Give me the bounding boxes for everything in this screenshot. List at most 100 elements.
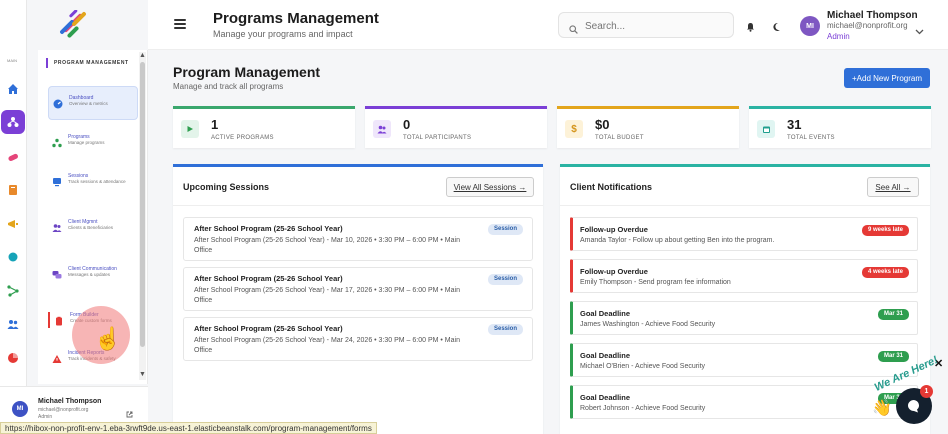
session-badge: Session [488, 224, 524, 235]
notification-detail: Amanda Taylor - Follow up about getting … [580, 237, 775, 244]
avatar[interactable]: MI [12, 401, 28, 417]
bell-icon[interactable] [746, 19, 755, 37]
notification-detail: Michael O'Brien - Achieve Food Security [580, 363, 706, 370]
menu-item-sessions[interactable]: Sessions Track sessions & attendance [48, 173, 138, 189]
session-detail: After School Program (25-26 School Year)… [194, 287, 460, 304]
sidebar-user-role: Admin [38, 414, 53, 420]
menu-item-subtitle: Messages & updates [68, 272, 111, 277]
sidebar-user-name: Michael Thompson [38, 398, 102, 405]
see-all-notifications-button[interactable]: See All → [867, 177, 919, 197]
stat-value: 1 [211, 117, 219, 132]
waving-hand-icon: 👋 [872, 400, 892, 417]
menu-toggle-icon[interactable] [174, 19, 186, 29]
top-header: Programs Management Manage your programs… [148, 0, 948, 50]
rail-label: MAIN [7, 58, 17, 63]
menu-item-client-mgmnt[interactable]: Client Mgmnt Clients & Beneficiaries [48, 219, 138, 235]
add-new-program-button[interactable]: +Add New Program [844, 68, 930, 88]
sidebar-user-email: michael@nonprofit.org [38, 407, 89, 413]
stat-label: ACTIVE PROGRAMS [211, 135, 274, 141]
notification-item[interactable]: Goal Deadline Michael O'Brien - Achieve … [570, 343, 918, 377]
notification-detail: James Washington - Achieve Food Security [580, 321, 716, 328]
hand-cursor-icon: ☝ [94, 326, 122, 351]
warning-icon [50, 352, 64, 366]
client-notifications-panel: Client Notifications See All → Follow-up… [560, 164, 930, 434]
programs-icon[interactable] [1, 110, 25, 134]
stat-label: TOTAL PARTICIPANTS [403, 135, 472, 141]
megaphone-icon[interactable] [6, 217, 20, 231]
stat-label: TOTAL EVENTS [787, 135, 835, 141]
sidebar-scroll-thumb[interactable] [140, 62, 145, 347]
pill-icon[interactable] [6, 150, 20, 164]
stat-value: 0 [403, 117, 411, 132]
notification-title: Goal Deadline [580, 393, 631, 402]
stat-card-total-budget: $ $0 TOTAL BUDGET [557, 106, 739, 148]
panel-title: Client Notifications [570, 182, 653, 192]
session-title: After School Program (25-26 School Year) [194, 224, 343, 233]
session-detail: After School Program (25-26 School Year)… [194, 337, 460, 354]
status-badge: 9 weeks late [861, 225, 909, 236]
scroll-down-icon[interactable]: ▼ [139, 371, 146, 378]
chat-icon [50, 268, 64, 282]
app-logo [58, 9, 88, 43]
notification-title: Goal Deadline [580, 309, 631, 318]
menu-heading: PROGRAM MANAGEMENT [46, 58, 129, 68]
search-icon [569, 21, 578, 39]
status-badge: Mar 31 [877, 351, 909, 362]
notification-item[interactable]: Follow-up Overdue Emily Thompson - Send … [570, 259, 918, 293]
notification-item[interactable]: Goal Deadline James Washington - Achieve… [570, 301, 918, 335]
divider [560, 205, 930, 206]
session-badge: Session [488, 274, 524, 285]
view-all-sessions-button[interactable]: View All Sessions → [446, 177, 534, 197]
search-input[interactable] [585, 17, 725, 35]
dashboard-icon [51, 97, 65, 111]
stat-value: $0 [595, 117, 610, 132]
page-title: Programs Management [213, 10, 379, 27]
notification-item[interactable]: Follow-up Overdue Amanda Taylor - Follow… [570, 217, 918, 251]
user-avatar[interactable]: MI [800, 16, 820, 36]
session-badge: Session [488, 324, 524, 335]
moon-icon[interactable] [772, 19, 781, 37]
notification-title: Follow-up Overdue [580, 225, 648, 234]
menu-item-client-communication[interactable]: Client Communication Messages & updates [48, 266, 138, 282]
notification-item[interactable]: Goal Deadline Robert Johnson - Achieve F… [570, 385, 918, 419]
circle-icon[interactable] [6, 250, 20, 264]
chat-unread-badge: 1 [920, 385, 933, 398]
page-subtitle: Manage your programs and impact [213, 29, 353, 39]
menu-item-subtitle: Clients & Beneficiaries [68, 225, 114, 230]
section-subtitle: Manage and track all programs [173, 82, 284, 91]
book-icon[interactable] [6, 183, 20, 197]
stat-label: TOTAL BUDGET [595, 135, 644, 141]
chat-bubble-icon [908, 400, 919, 413]
user-role: Admin [827, 32, 850, 41]
user-name: Michael Thompson [827, 10, 918, 21]
session-detail: After School Program (25-26 School Year)… [194, 237, 460, 254]
calendar-icon [757, 120, 775, 138]
external-link-icon[interactable] [126, 405, 133, 423]
stat-card-total-events: 31 TOTAL EVENTS [749, 106, 931, 148]
search-box [558, 12, 734, 38]
session-card[interactable]: After School Program (25-26 School Year)… [183, 217, 533, 261]
network-icon[interactable] [6, 284, 20, 298]
clients-icon [50, 221, 64, 235]
session-title: After School Program (25-26 School Year) [194, 274, 343, 283]
users-icon [373, 120, 391, 138]
stat-card-total-participants: 0 TOTAL PARTICIPANTS [365, 106, 547, 148]
panel-title: Upcoming Sessions [183, 182, 270, 192]
scroll-up-icon[interactable]: ▲ [139, 52, 146, 59]
menu-item-dashboard[interactable]: Dashboard Overview & metrics [48, 86, 138, 120]
dollar-icon: $ [565, 120, 583, 138]
clipboard-icon [52, 314, 66, 328]
session-card[interactable]: After School Program (25-26 School Year)… [183, 267, 533, 311]
menu-item-programs[interactable]: Programs Manage programs [48, 134, 138, 150]
stat-card-active-programs: 1 ACTIVE PROGRAMS [173, 106, 355, 148]
notification-title: Follow-up Overdue [580, 267, 648, 276]
session-card[interactable]: After School Program (25-26 School Year)… [183, 317, 533, 361]
home-icon[interactable] [6, 82, 20, 96]
upcoming-sessions-panel: Upcoming Sessions View All Sessions → Af… [173, 164, 543, 434]
chevron-down-icon[interactable] [915, 22, 924, 40]
notification-detail: Robert Johnson - Achieve Food Security [580, 405, 706, 412]
users-icon[interactable] [6, 317, 20, 331]
menu-item-subtitle: Track sessions & attendance [68, 179, 126, 184]
notification-title: Goal Deadline [580, 351, 631, 360]
pie-chart-icon[interactable] [6, 351, 20, 365]
